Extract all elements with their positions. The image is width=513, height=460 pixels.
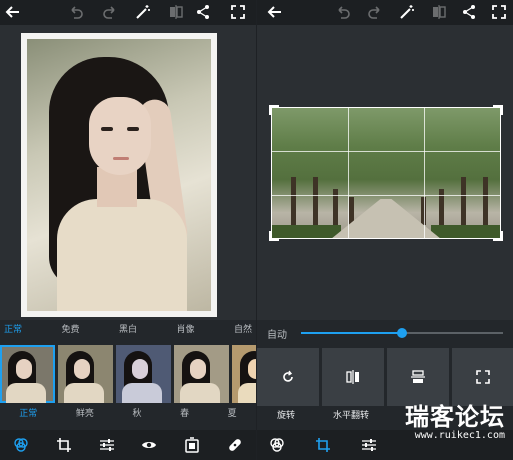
crop-panel: 自动 旋转 水平翻转 瑞客论坛 www.ruikec1.com xyxy=(257,0,513,460)
filter-preset-label: 正常 xyxy=(19,409,38,419)
portrait-photo[interactable] xyxy=(21,33,217,317)
flip-horizontal-icon xyxy=(346,370,359,384)
adjust-icon[interactable] xyxy=(95,433,119,457)
filters-icon[interactable] xyxy=(265,433,289,457)
undo-icon[interactable] xyxy=(333,2,353,22)
straighten-slider-row: 自动 xyxy=(257,322,513,342)
flip-vertical-icon xyxy=(411,370,425,383)
flip-vertical-button[interactable] xyxy=(387,348,449,406)
crop-canvas[interactable] xyxy=(257,25,513,320)
crop-handle-bottom-right[interactable] xyxy=(493,231,503,241)
auto-label[interactable]: 自动 xyxy=(267,326,287,341)
filter-preset-label: 夏 xyxy=(227,409,237,419)
filter-thumbnail[interactable] xyxy=(0,345,55,403)
filter-thumbnail[interactable] xyxy=(116,345,171,403)
back-arrow-icon[interactable] xyxy=(265,2,285,22)
top-toolbar xyxy=(0,0,256,25)
rotate-icon xyxy=(283,370,293,382)
filter-preset-label: 秋 xyxy=(132,409,142,419)
fullscreen-icon[interactable] xyxy=(228,2,248,22)
crop-icon[interactable] xyxy=(311,433,335,457)
share-icon[interactable] xyxy=(193,2,213,22)
flip-horizontal-label: 水平翻转 xyxy=(333,411,370,421)
back-arrow-icon[interactable] xyxy=(3,2,23,22)
eye-icon[interactable] xyxy=(137,433,161,457)
crop-handle-bottom-left[interactable] xyxy=(269,231,279,241)
share-icon[interactable] xyxy=(459,2,479,22)
bottom-toolbar xyxy=(0,430,256,460)
filter-thumbnail[interactable] xyxy=(58,345,113,403)
filter-thumbnail[interactable] xyxy=(232,345,256,403)
rotate-button[interactable] xyxy=(257,348,319,406)
magic-wand-icon[interactable] xyxy=(397,2,417,22)
filter-panel: 正常 免费 黑白 肖像 自然 正常 鲜亮 秋 春 夏 xyxy=(0,0,256,460)
bandage-icon[interactable] xyxy=(223,433,247,457)
adjust-icon[interactable] xyxy=(357,433,381,457)
slider-knob[interactable] xyxy=(397,328,407,338)
filter-preset-label: 鲜亮 xyxy=(75,409,94,419)
tab-filter-category[interactable]: 黑白 xyxy=(119,322,137,342)
aspect-ratio-icon xyxy=(476,370,490,384)
crop-handle-top-left[interactable] xyxy=(269,105,279,115)
crop-box[interactable] xyxy=(269,105,503,241)
frame-icon[interactable] xyxy=(180,433,204,457)
fullscreen-icon[interactable] xyxy=(489,2,509,22)
tab-filter-category[interactable]: 免费 xyxy=(61,322,79,342)
crop-tools xyxy=(257,348,513,406)
filters-icon[interactable] xyxy=(9,433,33,457)
straighten-slider[interactable] xyxy=(301,328,503,338)
tab-filter-category[interactable]: 肖像 xyxy=(176,322,194,342)
crop-handle-top-right[interactable] xyxy=(493,105,503,115)
filter-thumbnail[interactable] xyxy=(174,345,229,403)
tab-filter-category[interactable]: 自然 xyxy=(234,322,252,342)
filter-preset-labels: 正常 鲜亮 秋 春 夏 xyxy=(0,406,256,422)
magic-wand-icon[interactable] xyxy=(133,2,153,22)
forum-watermark: 瑞客论坛 www.ruikec1.com xyxy=(405,404,505,442)
top-toolbar xyxy=(257,0,513,25)
tab-filter-category[interactable]: 正常 xyxy=(4,322,22,342)
rotate-label: 旋转 xyxy=(277,411,296,421)
undo-icon[interactable] xyxy=(66,2,86,22)
filter-preset-label: 春 xyxy=(180,409,190,419)
filter-category-tabs: 正常 免费 黑白 肖像 自然 xyxy=(0,322,256,342)
redo-icon[interactable] xyxy=(365,2,385,22)
watermark-title: 瑞客论坛 xyxy=(405,403,505,431)
aspect-ratio-button[interactable] xyxy=(452,348,513,406)
portrait-image xyxy=(27,39,211,311)
image-canvas[interactable] xyxy=(0,25,256,320)
flip-horizontal-button[interactable] xyxy=(322,348,384,406)
watermark-url: www.ruikec1.com xyxy=(414,430,505,441)
filter-thumbnails xyxy=(0,345,256,403)
crop-icon[interactable] xyxy=(52,433,76,457)
compare-icon[interactable] xyxy=(429,2,449,22)
compare-icon[interactable] xyxy=(166,2,186,22)
redo-icon[interactable] xyxy=(100,2,120,22)
